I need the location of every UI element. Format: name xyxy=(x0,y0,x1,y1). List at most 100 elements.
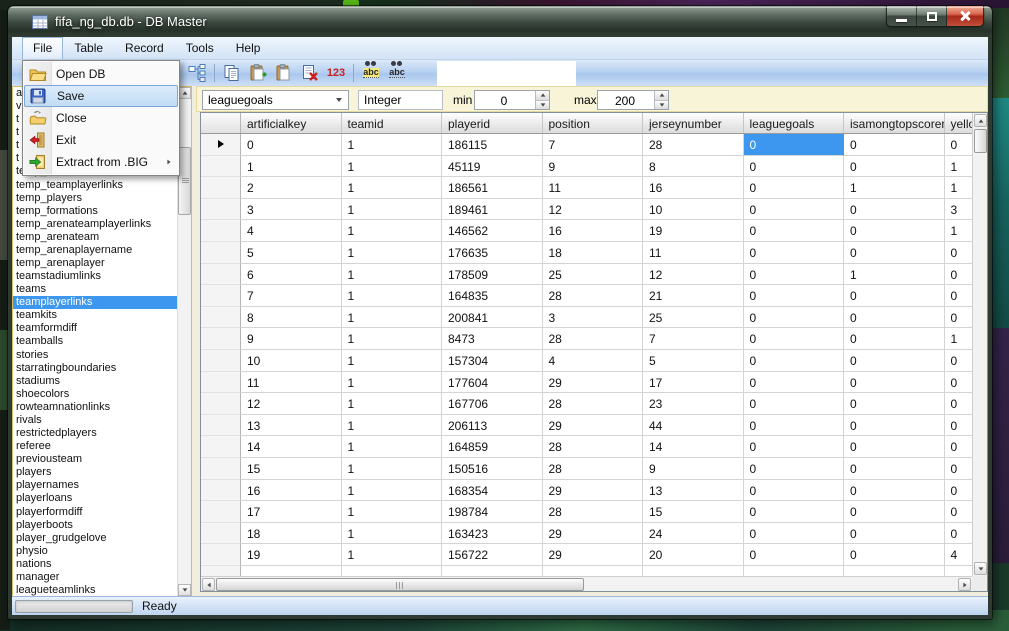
table-item-temp_players[interactable]: temp_players xyxy=(13,192,177,205)
row-header[interactable] xyxy=(201,264,241,286)
grid-cell-isamongtopscorers[interactable]: 0 xyxy=(844,134,945,156)
grid-cell-artificialkey[interactable]: 1 xyxy=(241,156,342,178)
grid-cell-teamid[interactable]: 1 xyxy=(342,544,443,566)
grid-cell-jerseynumber[interactable]: 11 xyxy=(643,242,744,264)
grid-cell-playerid[interactable]: 157304 xyxy=(442,350,543,372)
row-header[interactable] xyxy=(201,199,241,221)
table-item-manager[interactable]: manager xyxy=(13,571,177,584)
grid-cell-jerseynumber[interactable]: 14 xyxy=(643,436,744,458)
table-item-leagueteamlinks[interactable]: leagueteamlinks xyxy=(13,584,177,596)
grid-cell-position[interactable]: 4 xyxy=(543,350,644,372)
grid-cell-jerseynumber[interactable]: 19 xyxy=(643,220,744,242)
column-header-artificialkey[interactable]: artificialkey xyxy=(241,113,342,133)
grid-cell-jerseynumber[interactable]: 25 xyxy=(643,307,744,329)
grid-cell-playerid[interactable]: 167706 xyxy=(442,393,543,415)
grid-cell-teamid[interactable]: 1 xyxy=(342,156,443,178)
grid-cell-artificialkey[interactable]: 16 xyxy=(241,480,342,502)
row-header[interactable] xyxy=(201,458,241,480)
column-header-yellowcards[interactable]: yellowcards xyxy=(945,113,973,133)
grid-cell-artificialkey[interactable]: 10 xyxy=(241,350,342,372)
grid-cell-playerid[interactable]: 8473 xyxy=(442,328,543,350)
grid-cell-yellowcards[interactable]: 0 xyxy=(945,415,973,437)
table-item-temp_formations[interactable]: temp_formations xyxy=(13,205,177,218)
table-item-previousteam[interactable]: previousteam xyxy=(13,453,177,466)
grid-cell-leaguegoals[interactable]: 0 xyxy=(744,134,845,156)
grid-cell-teamid[interactable]: 1 xyxy=(342,480,443,502)
maximize-button[interactable] xyxy=(917,6,947,26)
grid-cell-artificialkey[interactable]: 17 xyxy=(241,501,342,523)
grid-cell-isamongtopscorers[interactable]: 1 xyxy=(844,264,945,286)
grid-cell-yellowcards[interactable]: 0 xyxy=(945,501,973,523)
file-menu-item-open-db[interactable]: Open DB xyxy=(24,63,178,85)
grid-cell-teamid[interactable]: 1 xyxy=(342,328,443,350)
grid-cell-artificialkey[interactable]: 5 xyxy=(241,242,342,264)
grid-cell-isamongtopscorers[interactable]: 0 xyxy=(844,307,945,329)
table-item-rowteamnationlinks[interactable]: rowteamnationlinks xyxy=(13,401,177,414)
grid-cell-jerseynumber[interactable]: 10 xyxy=(643,199,744,221)
grid-cell-jerseynumber[interactable]: 16 xyxy=(643,177,744,199)
column-header-position[interactable]: position xyxy=(543,113,644,133)
row-header[interactable] xyxy=(201,220,241,242)
table-item-temp_teamplayerlinks[interactable]: temp_teamplayerlinks xyxy=(13,179,177,192)
grid-cell-jerseynumber[interactable]: 9 xyxy=(643,458,744,480)
grid-cell-artificialkey[interactable]: 2 xyxy=(241,177,342,199)
grid-cell-yellowcards[interactable]: 0 xyxy=(945,264,973,286)
row-header[interactable] xyxy=(201,393,241,415)
table-item-rivals[interactable]: rivals xyxy=(13,414,177,427)
grid-cell-yellowcards[interactable]: 1 xyxy=(945,220,973,242)
column-header-isamongtopscorers[interactable]: isamongtopscorers xyxy=(844,113,945,133)
grid-cell-teamid[interactable]: 1 xyxy=(342,372,443,394)
column-header-teamid[interactable]: teamid xyxy=(342,113,443,133)
grid-cell-playerid[interactable]: 198784 xyxy=(442,501,543,523)
grid-cell-artificialkey[interactable]: 6 xyxy=(241,264,342,286)
grid-cell-position[interactable]: 7 xyxy=(543,134,644,156)
grid-cell-isamongtopscorers[interactable]: 0 xyxy=(844,199,945,221)
grid-cell-isamongtopscorers[interactable]: 0 xyxy=(844,480,945,502)
grid-cell-position[interactable]: 28 xyxy=(543,501,644,523)
grid-cell-artificialkey[interactable]: 18 xyxy=(241,523,342,545)
title-bar[interactable]: fifa_ng_db.db - DB Master xyxy=(8,6,992,37)
grid-cell-jerseynumber[interactable]: 20 xyxy=(643,544,744,566)
table-item-teams[interactable]: teams xyxy=(13,283,177,296)
grid-corner-header[interactable] xyxy=(201,113,241,133)
row-header[interactable] xyxy=(201,523,241,545)
table-item-teamkits[interactable]: teamkits xyxy=(13,309,177,322)
grid-cell-playerid[interactable]: 189461 xyxy=(442,199,543,221)
scrollbar-thumb[interactable] xyxy=(216,578,584,591)
grid-cell-isamongtopscorers[interactable]: 0 xyxy=(844,393,945,415)
grid-cell-yellowcards[interactable]: 4 xyxy=(945,544,973,566)
row-header[interactable] xyxy=(201,350,241,372)
table-item-teamplayerlinks[interactable]: teamplayerlinks xyxy=(13,296,177,309)
toolbar-search-box[interactable] xyxy=(437,61,576,86)
grid-cell-jerseynumber[interactable]: 23 xyxy=(643,393,744,415)
grid-cell-artificialkey[interactable]: 19 xyxy=(241,544,342,566)
find-icon[interactable]: abc xyxy=(386,62,408,84)
grid-cell-jerseynumber[interactable]: 12 xyxy=(643,264,744,286)
grid-cell-artificialkey[interactable]: 12 xyxy=(241,393,342,415)
grid-cell-leaguegoals[interactable]: 0 xyxy=(744,264,845,286)
table-item-playerloans[interactable]: playerloans xyxy=(13,492,177,505)
grid-cell-teamid[interactable]: 1 xyxy=(342,285,443,307)
table-item-playerformdiff[interactable]: playerformdiff xyxy=(13,506,177,519)
row-header[interactable] xyxy=(201,134,241,156)
file-menu-item-save[interactable]: Save xyxy=(24,85,178,107)
grid-cell-jerseynumber[interactable]: 15 xyxy=(643,501,744,523)
grid-horizontal-scrollbar[interactable] xyxy=(201,576,972,591)
menu-tools[interactable]: Tools xyxy=(175,37,225,59)
grid-cell-playerid[interactable]: 206113 xyxy=(442,415,543,437)
grid-cell-yellowcards[interactable]: 0 xyxy=(945,458,973,480)
grid-cell-isamongtopscorers[interactable]: 0 xyxy=(844,523,945,545)
min-spin-down[interactable] xyxy=(536,101,549,110)
grid-cell-playerid[interactable]: 176635 xyxy=(442,242,543,264)
grid-cell-leaguegoals[interactable]: 0 xyxy=(744,285,845,307)
grid-cell-teamid[interactable]: 1 xyxy=(342,242,443,264)
grid-cell-teamid[interactable]: 1 xyxy=(342,177,443,199)
table-item-physio[interactable]: physio xyxy=(13,545,177,558)
grid-cell-yellowcards[interactable]: 0 xyxy=(945,393,973,415)
min-spin-up[interactable] xyxy=(536,91,549,101)
grid-cell-position[interactable]: 29 xyxy=(543,523,644,545)
grid-cell-jerseynumber[interactable]: 8 xyxy=(643,156,744,178)
grid-cell-isamongtopscorers[interactable]: 0 xyxy=(844,328,945,350)
grid-cell-leaguegoals[interactable]: 0 xyxy=(744,350,845,372)
grid-cell-yellowcards[interactable]: 0 xyxy=(945,350,973,372)
